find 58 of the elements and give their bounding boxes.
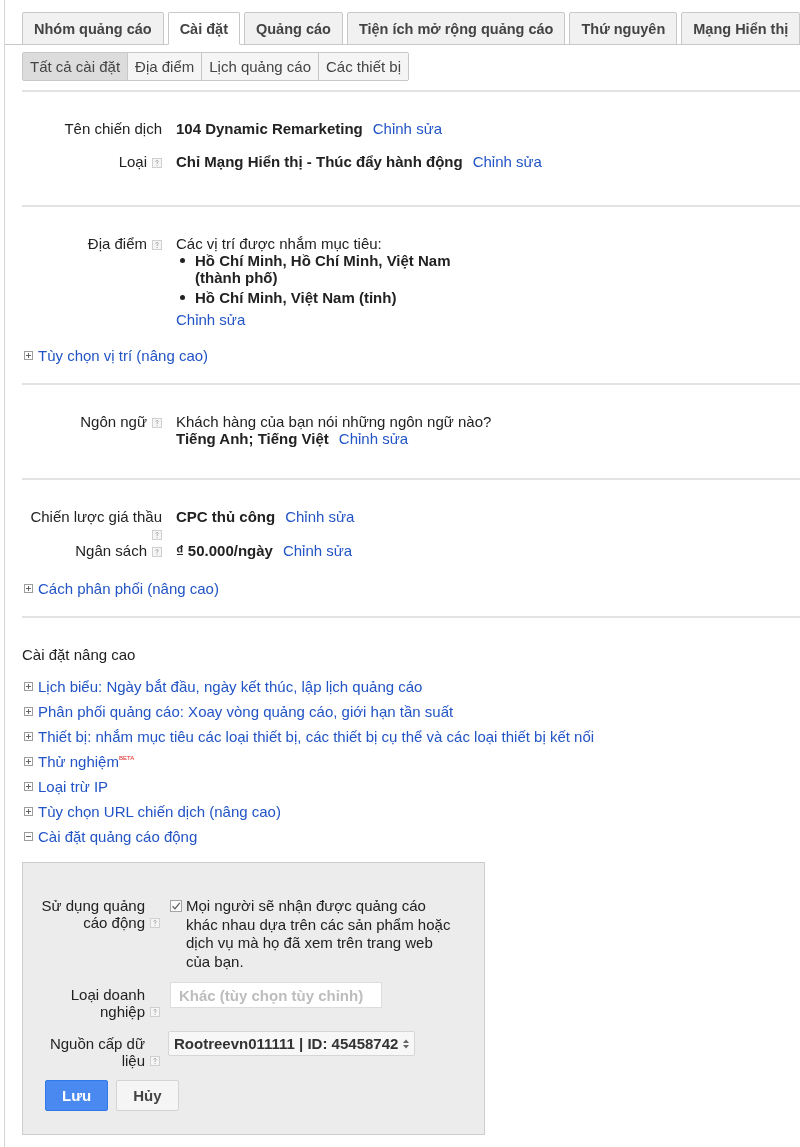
expander-link[interactable]: Phân phối quảng cáo: Xoay vòng quảng cáo, giới hạn tần suất [22, 703, 454, 720]
expander-link[interactable]: Tùy chọn URL chiến dịch (nâng cao) [22, 803, 281, 820]
language-question: Khách hàng của bạn nói những ngôn ngữ nào? [176, 413, 492, 430]
help-icon[interactable] [150, 917, 160, 928]
field-value: ₫ 50.000/ngày [176, 542, 273, 559]
expander-link[interactable]: Loại trừ IP [22, 778, 109, 795]
field-label: Loại [118, 153, 147, 170]
section-heading: Cài đặt nâng cao [22, 646, 137, 663]
subtab[interactable]: Lịch quảng cáo [201, 53, 318, 80]
help-icon[interactable] [152, 530, 162, 540]
field-label: Ngôn ngữ [80, 413, 147, 430]
expander-link[interactable]: Thiết bị: nhắm mục tiêu các loại thiết bị, các thiết bị cụ thể và các loại thiết bị kết nối [22, 728, 595, 745]
tab[interactable]: Quảng cáo [243, 12, 343, 45]
expander-link[interactable]: Cài đặt quảng cáo động [22, 828, 198, 845]
field-value: CPC thủ công [176, 508, 276, 525]
tab[interactable]: Nhóm quảng cáo [22, 12, 164, 45]
edit-link[interactable]: Chỉnh sửa [338, 430, 409, 447]
help-icon[interactable] [152, 418, 162, 428]
cancel-button[interactable]: Hủy [116, 1080, 179, 1111]
help-icon[interactable] [152, 158, 162, 168]
subtab[interactable]: Các thiết bị [318, 53, 409, 80]
help-icon[interactable] [152, 547, 162, 557]
edit-link[interactable]: Chỉnh sửa [282, 542, 353, 559]
checkbox[interactable] [170, 900, 182, 912]
subtab[interactable]: Tất cả cài đặt [23, 53, 128, 80]
field-value: Chỉ Mạng Hiển thị - Thúc đẩy hành động [176, 153, 463, 170]
subtab[interactable]: Địa điểm [127, 53, 202, 80]
field-label: Loại doanh nghiệp [69, 986, 145, 1020]
field-label: Sử dụng quảng cáo động [40, 897, 145, 931]
location-item: Hồ Chí Minh, Việt Nam (tỉnh) [195, 289, 397, 306]
bullet-icon [180, 295, 185, 300]
edit-link[interactable]: Chỉnh sửa [176, 311, 246, 328]
field-value: 104 Dynamic Remarketing [176, 120, 363, 137]
help-icon[interactable] [150, 1055, 160, 1066]
edit-link[interactable]: Chỉnh sửa [285, 508, 355, 525]
field-label: Chiến lược giá thầu [30, 508, 162, 525]
data-feed-select[interactable]: Rootreevn011111 | ID: 45458742 [168, 1031, 416, 1056]
edit-link[interactable]: Chỉnh sửa [372, 120, 442, 137]
field-label: Ngân sách [75, 542, 147, 559]
tab[interactable]: Cài đặt [167, 12, 240, 45]
location-intro: Các vị trí được nhắm mục tiêu: [176, 235, 382, 252]
tab[interactable]: Mạng Hiển thị [681, 12, 800, 45]
updown-arrows-icon [403, 1038, 410, 1049]
field-label: Nguồn cấp dữ liệu [48, 1035, 145, 1069]
edit-link[interactable]: Chỉnh sửa [472, 153, 542, 170]
expander-link[interactable]: Thử nghiệm$^{BETA}$ [22, 753, 135, 770]
tab[interactable]: Thứ nguyên [569, 12, 678, 45]
bullet-icon [180, 258, 185, 263]
field-label: Tên chiến dịch [64, 120, 162, 137]
help-icon[interactable] [152, 240, 162, 250]
field-value: Tiếng Anh; Tiếng Việt [176, 430, 329, 447]
tab[interactable]: Tiện ích mở rộng quảng cáo [346, 12, 566, 45]
expander-link[interactable]: Tùy chọn vị trí (nâng cao) [22, 347, 209, 364]
checkbox-description: Mọi người sẽ nhận được quảng cáo khác nhau dựa trên các sản phẩm hoặc dịch vụ mà họ đã xem trên trang web của bạn. [186, 897, 452, 971]
expander-link[interactable]: Cách phân phối (nâng cao) [22, 580, 219, 597]
expander-link[interactable]: Lịch biểu: Ngày bắt đầu, ngày kết thúc, lập lịch quảng cáo [22, 678, 423, 695]
field-label: Địa điểm [87, 235, 147, 252]
location-item: Hồ Chí Minh, Hồ Chí Minh, Việt Nam (thành phố) [195, 252, 452, 286]
